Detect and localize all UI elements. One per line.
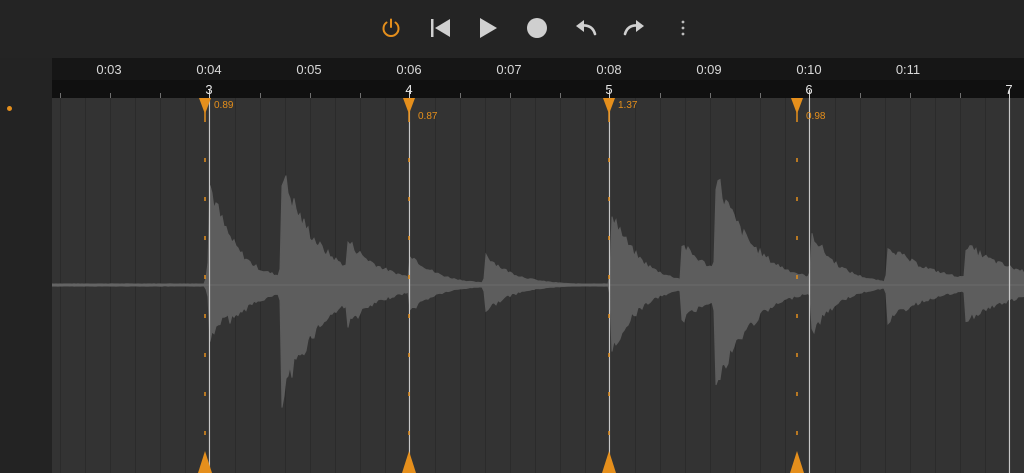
skip-to-start-button[interactable] (425, 13, 455, 43)
more-vertical-icon (681, 20, 685, 36)
undo-button[interactable] (571, 13, 601, 43)
skip-back-icon (431, 19, 450, 37)
audio-track[interactable]: 0.89 0.87 1.37 0.98 (52, 98, 1024, 473)
undo-icon (576, 20, 597, 36)
time-label: 0:10 (796, 62, 822, 77)
marker-bottom-handle (602, 451, 616, 473)
bar-ruler[interactable]: 3 4 5 6 7 (52, 80, 1024, 98)
marker-bottom-handle (790, 451, 804, 473)
record-button[interactable] (522, 13, 552, 43)
track-canvas: 0.89 0.87 1.37 0.98 (52, 98, 1024, 473)
play-icon (480, 18, 497, 38)
marker-value-label: 0.87 (418, 111, 438, 122)
bar-label: 5 (605, 82, 613, 97)
power-button[interactable] (376, 13, 406, 43)
audio-waveform (52, 175, 1024, 408)
time-label: 0:05 (296, 62, 322, 77)
bar-label: 4 (405, 82, 413, 97)
marker-top-handle (403, 98, 415, 114)
more-button[interactable] (668, 13, 698, 43)
bar-label: 6 (805, 82, 813, 97)
bar-label: 3 (205, 82, 213, 97)
time-label: 0:03 (96, 62, 122, 77)
time-label: 0:04 (196, 62, 222, 77)
redo-icon (623, 20, 644, 36)
time-label: 0:09 (696, 62, 722, 77)
play-button[interactable] (473, 13, 503, 43)
time-label: 0:07 (496, 62, 522, 77)
ruler-ticks (60, 90, 1010, 98)
time-label: 0:06 (396, 62, 422, 77)
time-label: 0:08 (596, 62, 622, 77)
marker-top-handle (603, 98, 615, 114)
time-ruler[interactable]: 0:03 0:04 0:05 0:06 0:07 0:08 0:09 0:10 … (52, 58, 1024, 80)
redo-button[interactable] (619, 13, 649, 43)
record-icon (527, 18, 547, 38)
time-label: 0:11 (895, 62, 921, 77)
track-header-rail (0, 58, 52, 473)
marker-bottom-handle (402, 451, 416, 473)
marker-value-label: 0.98 (806, 111, 826, 122)
marker-value-label: 1.37 (618, 100, 638, 111)
transport-toolbar (0, 0, 1024, 58)
bar-label: 7 (1005, 82, 1013, 97)
power-icon (382, 18, 400, 37)
marker-top-handle (791, 98, 803, 114)
marker-value-label: 0.89 (214, 100, 234, 111)
track-indicator-dot (7, 106, 12, 111)
